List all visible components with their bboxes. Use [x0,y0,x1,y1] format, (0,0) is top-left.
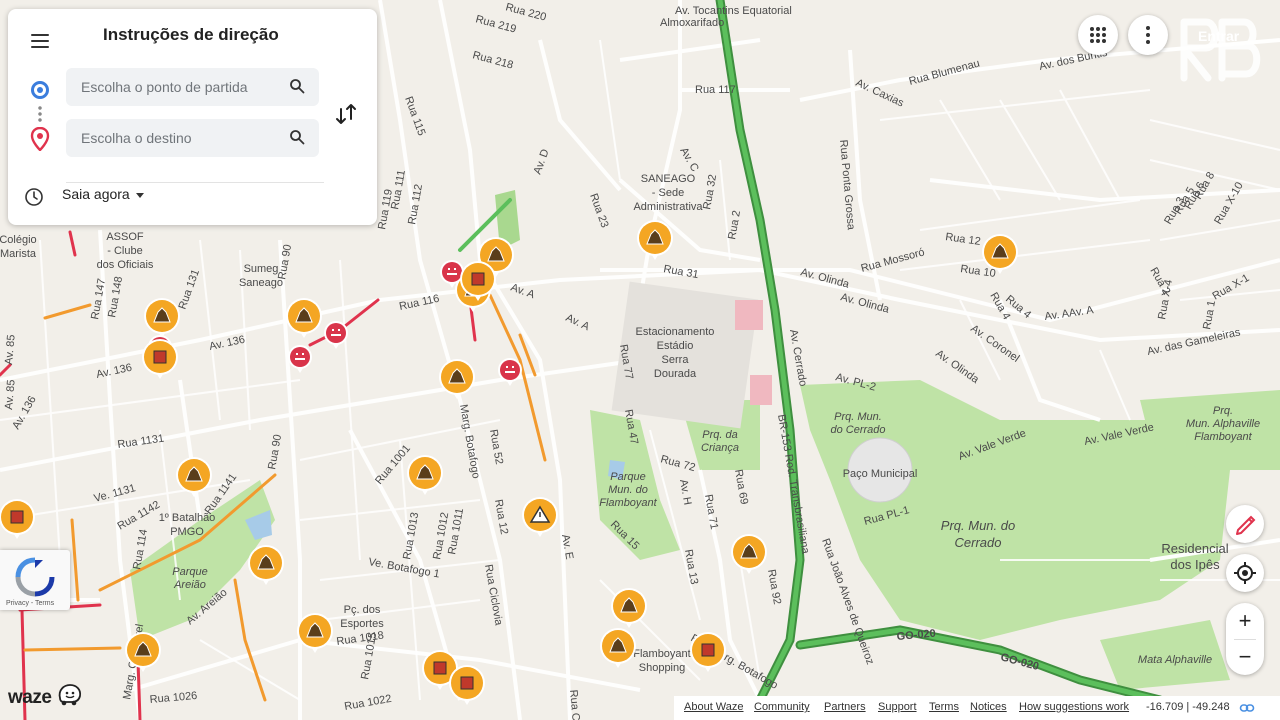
channel-logo-watermark: Entrar [1180,18,1261,82]
footer-link-terms[interactable]: Terms [929,701,959,713]
waze-icon [58,684,82,706]
pencil-icon [1236,515,1256,535]
recaptcha-badge[interactable]: Privacy - Terms [0,550,70,610]
route-dots-icon [38,105,42,123]
apps-grid-icon [1090,27,1106,43]
svg-text:Almoxarifado: Almoxarifado [660,17,724,29]
footer-link-notices[interactable]: Notices [970,701,1007,713]
swap-direction-icon[interactable] [331,99,361,129]
waze-wordmark: waze [8,687,52,708]
svg-text:Rua 117: Rua 117 [695,84,736,96]
zoom-out-button[interactable]: − [1226,639,1264,675]
svg-text:Paço Municipal: Paço Municipal [843,468,918,480]
share-link-icon[interactable] [1239,700,1255,716]
login-label: Entrar [1198,28,1240,44]
svg-text:Prq. daCriança: Prq. da Criança [701,429,739,454]
svg-text:Mata Alphaville: Mata Alphaville [1138,654,1212,666]
panel-title: Instruções de direção [103,25,279,44]
origin-input[interactable]: Escolha o ponto de partida [66,68,319,106]
report-button[interactable] [1226,505,1264,543]
directions-panel: Instruções de direção Escolha o ponto de… [8,9,377,225]
more-vertical-icon [1146,26,1150,44]
waze-logo: waze [8,684,82,709]
menu-button[interactable] [28,29,52,53]
footer-bar: About Waze Community Partners Support Te… [674,696,1280,720]
footer-link-support[interactable]: Support [878,701,917,713]
recaptcha-icon [15,557,55,597]
panel-divider [66,182,324,183]
footer-link-suggestions[interactable]: How suggestions work [1019,701,1129,713]
svg-text:Av. Tocantins Equatorial: Av. Tocantins Equatorial [675,5,792,17]
svg-text:Prq. Mun.do Cerrado: Prq. Mun. do Cerrado [830,411,885,436]
crosshair-icon [1234,562,1256,584]
more-options-button[interactable] [1128,15,1168,55]
chevron-down-icon [135,192,144,198]
depart-time-dropdown[interactable]: Saia agora [62,186,144,208]
origin-icon [31,81,49,99]
search-icon[interactable] [289,78,305,94]
origin-placeholder: Escolha o ponto de partida [81,79,248,95]
search-icon[interactable] [289,129,305,145]
svg-text:Residencialdos Ipês: Residencial dos Ipês [1161,541,1228,572]
footer-link-community[interactable]: Community [754,701,810,713]
coordinates-readout: -16.709 | -49.248 [1146,701,1230,713]
clock-icon [25,188,43,206]
zoom-controls: + − [1226,603,1264,675]
locate-me-button[interactable] [1226,554,1264,592]
svg-text:ParqueAreião: Parque Areião [172,566,207,591]
recaptcha-links[interactable]: Privacy - Terms [6,600,54,607]
footer-link-about[interactable]: About Waze [684,701,744,713]
destination-input[interactable]: Escolha o destino [66,119,319,157]
zoom-in-button[interactable]: + [1226,603,1264,639]
destination-pin-icon [30,127,50,151]
destination-placeholder: Escolha o destino [81,130,192,146]
depart-time-label: Saia agora [62,186,130,202]
footer-link-partners[interactable]: Partners [824,701,866,713]
apps-grid-button[interactable] [1078,15,1118,55]
